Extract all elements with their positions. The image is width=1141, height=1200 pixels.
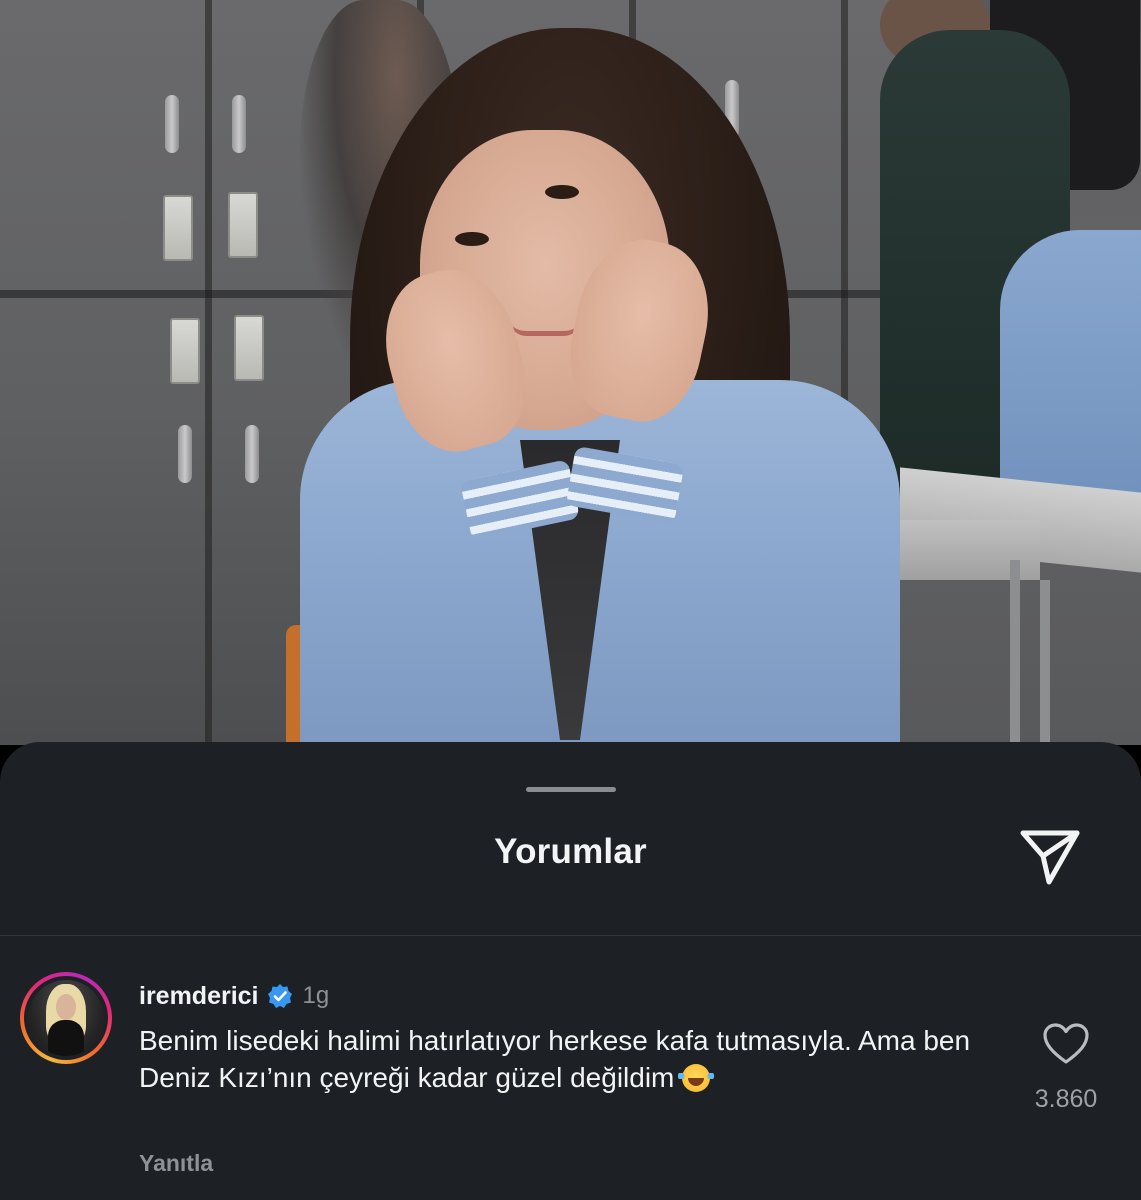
post-photo	[0, 0, 1141, 745]
locker-handle	[232, 95, 246, 153]
divider	[0, 935, 1141, 936]
girl-mouth	[510, 320, 580, 336]
avatar-image	[28, 980, 104, 1056]
laughing-with-tears-icon	[678, 1064, 715, 1092]
girl-eye	[545, 185, 579, 199]
comment-body: Benim lisedeki halimi hatırlatıyor herke…	[139, 1022, 989, 1096]
locker-label	[170, 318, 200, 384]
heart-icon	[1043, 1023, 1089, 1064]
like-button[interactable]	[1042, 1022, 1090, 1066]
comment-text: Benim lisedeki halimi hatırlatıyor herke…	[139, 1025, 971, 1093]
like-count: 3.860	[1034, 1085, 1098, 1113]
screen: Yorumlar iremderici 1g Benim lisedeki ha…	[0, 0, 1141, 1200]
girl-eye	[455, 232, 489, 246]
avatar-face	[56, 994, 76, 1020]
sheet-grabber[interactable]	[526, 787, 616, 792]
avatar[interactable]	[20, 972, 112, 1064]
locker-label	[234, 315, 264, 381]
locker-label	[228, 192, 258, 258]
verified-badge-icon	[267, 983, 293, 1009]
avatar-body	[48, 1020, 84, 1056]
comment-header: iremderici 1g	[139, 980, 329, 1012]
locker-handle	[245, 425, 259, 483]
locker-handle	[178, 425, 192, 483]
comment-time: 1g	[302, 982, 330, 1009]
comments-sheet: Yorumlar iremderici 1g Benim lisedeki ha…	[0, 742, 1141, 1200]
desk-leg	[1040, 580, 1050, 745]
share-button[interactable]	[1015, 822, 1085, 892]
paper-plane-icon	[1020, 830, 1080, 885]
locker-handle	[165, 95, 179, 153]
comment-username[interactable]: iremderici	[139, 982, 259, 1011]
sheet-title: Yorumlar	[494, 832, 647, 871]
desk-leg	[1010, 560, 1020, 745]
reply-button[interactable]: Yanıtla	[139, 1150, 213, 1177]
avatar-gap	[24, 976, 108, 1060]
locker-label	[163, 195, 193, 261]
